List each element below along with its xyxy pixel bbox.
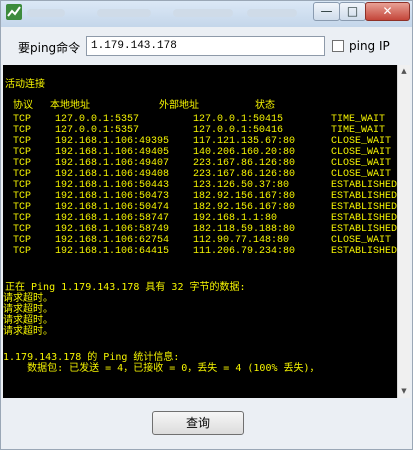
- conn-foreign: 140.206.160.20:80: [193, 147, 296, 158]
- conn-state: ESTABLISHED: [331, 246, 397, 257]
- connection-row: TCP 127.0.0.1:5357 127.0.0.1:50415 TIME_…: [3, 114, 397, 125]
- conn-state: CLOSE_WAIT: [331, 136, 392, 147]
- conn-state: CLOSE_WAIT: [331, 147, 392, 158]
- title-text-blurred: [97, 9, 151, 17]
- console-scrollbar[interactable]: ▲ ▼: [397, 65, 410, 398]
- title-bar[interactable]: — □ ✕: [1, 1, 412, 27]
- conn-state: ESTABLISHED: [331, 224, 397, 235]
- connection-row: TCP 192.168.1.106:49405 140.206.160.20:8…: [3, 147, 397, 158]
- conn-proto: TCP: [13, 136, 32, 147]
- conn-local: 192.168.1.106:49405: [55, 147, 170, 158]
- conn-state: CLOSE_WAIT: [331, 235, 392, 246]
- conn-state: TIME_WAIT: [331, 114, 386, 125]
- conn-proto: TCP: [13, 246, 32, 257]
- conn-local: 192.168.1.106:62754: [55, 235, 170, 246]
- conn-foreign: 223.167.86.126:80: [193, 169, 296, 180]
- connection-row: TCP 192.168.1.106:58747 192.168.1.1:80 E…: [3, 213, 397, 224]
- title-text-blurred: [173, 9, 233, 17]
- conn-proto: TCP: [13, 180, 32, 191]
- conn-state: ESTABLISHED: [331, 180, 397, 191]
- connection-row: TCP 192.168.1.106:62754 112.90.77.148:80…: [3, 235, 397, 246]
- conn-foreign: 127.0.0.1:50416: [193, 125, 284, 136]
- conn-foreign: 111.206.79.234:80: [193, 246, 296, 257]
- conn-foreign: 192.168.1.1:80: [193, 213, 278, 224]
- connection-row: TCP 127.0.0.1:5357 127.0.0.1:50416 TIME_…: [3, 125, 397, 136]
- conn-local: 192.168.1.106:58747: [55, 213, 170, 224]
- conn-foreign: 123.126.50.37:80: [193, 180, 290, 191]
- header-foreign-address: 外部地址: [159, 100, 199, 111]
- ping-ip-label: ping IP: [349, 39, 390, 53]
- timeout-line: 请求超时。: [3, 293, 53, 304]
- active-connections-title: 活动连接: [5, 79, 45, 90]
- close-icon: ✕: [382, 4, 393, 18]
- conn-foreign: 182.92.156.167:80: [193, 202, 296, 213]
- connection-row: TCP 192.168.1.106:50474 182.92.156.167:8…: [3, 202, 397, 213]
- conn-local: 192.168.1.106:58749: [55, 224, 170, 235]
- maximize-button[interactable]: □: [339, 2, 366, 21]
- conn-proto: TCP: [13, 125, 32, 136]
- ping-stats-line: 数据包: 已发送 = 4，已接收 = 0，丢失 = 4 (100% 丢失)，: [3, 363, 320, 374]
- connection-row: TCP 192.168.1.106:50443 123.126.50.37:80…: [3, 180, 397, 191]
- output-console[interactable]: 活动连接 协议 本地地址 外部地址 状态 TCP 127.0.0.1:5357 …: [3, 65, 397, 398]
- conn-foreign: 182.92.156.167:80: [193, 191, 296, 202]
- conn-state: TIME_WAIT: [331, 125, 386, 136]
- conn-proto: TCP: [13, 235, 32, 246]
- connection-row: TCP 192.168.1.106:58749 182.118.59.188:8…: [3, 224, 397, 235]
- scroll-down-icon[interactable]: ▼: [398, 385, 410, 398]
- minimize-icon: —: [320, 4, 333, 18]
- conn-foreign: 223.167.86.126:80: [193, 158, 296, 169]
- ping-stats-header: 1.179.143.178 的 Ping 统计信息:: [3, 352, 180, 363]
- maximize-icon: □: [346, 4, 359, 18]
- title-text-blurred: [27, 9, 65, 17]
- conn-state: CLOSE_WAIT: [331, 158, 392, 169]
- conn-local: 192.168.1.106:64415: [55, 246, 170, 257]
- conn-local: 127.0.0.1:5357: [55, 125, 140, 136]
- conn-local: 192.168.1.106:49407: [55, 158, 170, 169]
- timeout-line: 请求超时。: [3, 315, 53, 326]
- connection-row: TCP 192.168.1.106:49407 223.167.86.126:8…: [3, 158, 397, 169]
- conn-local: 127.0.0.1:5357: [55, 114, 140, 125]
- app-icon: [6, 4, 22, 20]
- conn-proto: TCP: [13, 114, 32, 125]
- conn-local: 192.168.1.106:50443: [55, 180, 170, 191]
- conn-foreign: 117.121.135.67:80: [193, 136, 296, 147]
- header-proto: 协议: [13, 100, 33, 111]
- conn-proto: TCP: [13, 213, 32, 224]
- title-text-blurred: [247, 9, 297, 17]
- app-window: — □ ✕ 要ping命令 1.179.143.178 ping IP 活动连接…: [0, 0, 413, 450]
- ping-ip-checkbox[interactable]: [332, 40, 344, 52]
- conn-local: 192.168.1.106:49408: [55, 169, 170, 180]
- scroll-up-icon[interactable]: ▲: [398, 65, 410, 78]
- ping-command-label: 要ping命令: [18, 41, 81, 55]
- connection-row: TCP 192.168.1.106:64415 111.206.79.234:8…: [3, 246, 397, 257]
- connection-row: TCP 192.168.1.106:49408 223.167.86.126:8…: [3, 169, 397, 180]
- conn-foreign: 112.90.77.148:80: [193, 235, 290, 246]
- header-state: 状态: [255, 100, 275, 111]
- conn-state: ESTABLISHED: [331, 202, 397, 213]
- conn-proto: TCP: [13, 224, 32, 235]
- minimize-button[interactable]: —: [313, 2, 340, 21]
- conn-state: CLOSE_WAIT: [331, 169, 392, 180]
- ping-header-line: 正在 Ping 1.179.143.178 具有 32 字节的数据:: [5, 282, 246, 293]
- ping-target-input[interactable]: 1.179.143.178: [86, 36, 325, 56]
- conn-proto: TCP: [13, 158, 32, 169]
- connection-row: TCP 192.168.1.106:49395 117.121.135.67:8…: [3, 136, 397, 147]
- conn-proto: TCP: [13, 202, 32, 213]
- connection-row: TCP 192.168.1.106:50473 182.92.156.167:8…: [3, 191, 397, 202]
- conn-proto: TCP: [13, 169, 32, 180]
- conn-proto: TCP: [13, 147, 32, 158]
- conn-local: 192.168.1.106:49395: [55, 136, 170, 147]
- conn-local: 192.168.1.106:50473: [55, 191, 170, 202]
- conn-state: ESTABLISHED: [331, 191, 397, 202]
- query-button[interactable]: 查询: [152, 411, 244, 435]
- timeout-line: 请求超时。: [3, 326, 53, 337]
- conn-proto: TCP: [13, 191, 32, 202]
- conn-state: ESTABLISHED: [331, 213, 397, 224]
- timeout-line: 请求超时。: [3, 304, 53, 315]
- conn-foreign: 127.0.0.1:50415: [193, 114, 284, 125]
- close-button[interactable]: ✕: [365, 2, 410, 21]
- conn-foreign: 182.118.59.188:80: [193, 224, 296, 235]
- header-local-address: 本地地址: [50, 100, 90, 111]
- conn-local: 192.168.1.106:50474: [55, 202, 170, 213]
